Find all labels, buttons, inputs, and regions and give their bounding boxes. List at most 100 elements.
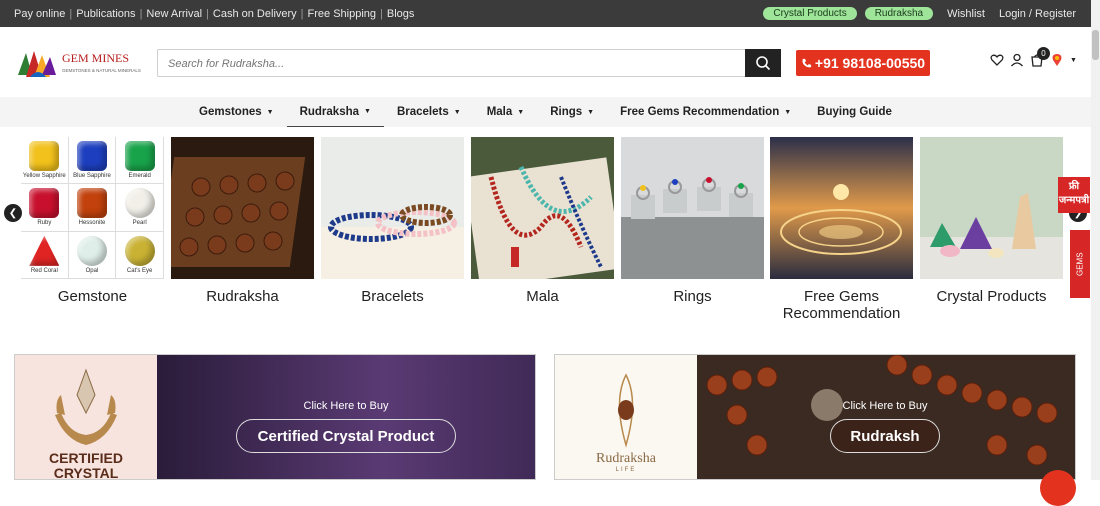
free-gems-image [770,137,913,279]
caret-down-icon: ▼ [587,108,595,116]
caret-down-icon: ▼ [364,108,371,115]
heart-icon[interactable] [990,53,1004,67]
gem-cell: Pearl [116,184,164,232]
category-card-crystal-products[interactable]: Crystal Products [920,137,1063,305]
top-link-cod[interactable]: Cash on Delivery [213,8,297,20]
gem-stone-swatch [29,235,60,266]
top-link-free-shipping[interactable]: Free Shipping [308,8,377,20]
top-links: Pay online | Publications | New Arrival | C… [14,8,414,20]
scrollbar-track[interactable] [1091,0,1100,480]
category-card-bracelets[interactable]: Bracelets [321,137,464,305]
gem-name: Hessonite [78,220,106,227]
phone-number: +91 98108-00550 [814,55,926,71]
header: GEM MINES GEMSTONES & NATURAL MINERALS +… [0,27,1100,97]
rudraksha-pill[interactable]: Rudraksha [864,7,934,20]
header-icons: 0 ▼ [990,47,1077,67]
category-card-free-gems-recommendation[interactable]: Free Gems Recommendation [770,137,913,322]
category-label: Rings [673,288,712,305]
caret-down-icon: ▼ [517,108,525,116]
rudraksha-banner-title: Rudraksha [596,451,656,466]
carousel-prev-button[interactable]: ❮ [4,204,22,222]
gem-cell: Opal [68,231,117,279]
location-icon[interactable] [1050,53,1064,67]
nav-gemstones[interactable]: Gemstones ▼ [186,97,287,127]
crystal-banner-logo: CERTIFIED CRYSTAL [15,355,157,479]
divider: | [139,8,143,20]
divider: | [206,8,209,20]
category-carousel: Yellow Sapphire Blue Sapphire Emerald Ruby H… [0,137,1100,327]
mala-image [471,137,614,279]
svg-text:GEMSTONES & NATURAL MINERALS: GEMSTONES & NATURAL MINERALS [62,68,141,73]
gem-name: Ruby [37,220,52,227]
gem-cell: Yellow Sapphire [21,137,69,185]
top-link-blogs[interactable]: Blogs [387,8,415,20]
nav-free-gems-recommendation[interactable]: Free Gems Recommendation ▼ [607,97,804,127]
gem-stone-swatch [29,141,60,172]
category-label: Free Gems Recommendation [782,288,901,322]
search-icon [756,56,771,71]
category-card-rings[interactable]: Rings [621,137,764,305]
main-nav: Gemstones ▼ Rudraksha ▼ Bracelets ▼ Mala ▼ R… [0,97,1100,127]
rudraksha-banner-bg: Click Here to Buy Rudraksh [697,355,1075,479]
top-link-publications[interactable]: Publications [76,8,135,20]
crystal-banner[interactable]: CERTIFIED CRYSTAL Click Here to Buy Cert… [14,354,536,480]
user-icon[interactable] [1010,53,1024,67]
rudraksha-banner-sub: LIFE [615,467,637,473]
crystal-products-pill[interactable]: Crystal Products [763,7,857,20]
phone-icon [802,58,811,67]
chevron-down-icon[interactable]: ▼ [1070,57,1077,64]
nav-label: Free Gems Recommendation [620,106,780,118]
gem-name: Pearl [132,220,147,227]
divider: | [69,8,73,20]
cart-count-badge: 0 [1037,47,1050,60]
nav-rings[interactable]: Rings ▼ [537,97,607,127]
rudraksh-button[interactable]: Rudraksh [830,419,940,453]
certified-crystal-button[interactable]: Certified Crystal Product [236,419,456,453]
wishlist-link[interactable]: Wishlist [947,8,985,20]
category-card-rudraksha[interactable]: Rudraksha [171,137,314,305]
logo-mark-icon: GEM MINES GEMSTONES & NATURAL MINERALS [18,51,141,77]
free-kundli-tab[interactable]: फ्री जन्मपत्री [1058,177,1090,213]
category-label: Mala [526,288,559,305]
category-label: Gemstone [57,288,128,305]
nav-buying-guide[interactable]: Buying Guide [804,97,905,127]
search-button[interactable] [745,49,781,77]
chat-widget-button[interactable] [1040,470,1076,506]
search-box [157,49,781,77]
rudraksha-banner[interactable]: Rudraksha LIFE Click Here to Buy Rudraks… [554,354,1076,480]
gem-cell: Ruby [21,184,69,232]
category-card-mala[interactable]: Mala [471,137,614,305]
nav-rudraksha[interactable]: Rudraksha ▼ [286,97,384,127]
rings-image [621,137,764,279]
logo[interactable]: GEM MINES GEMSTONES & NATURAL MINERALS [16,47,146,81]
gem-stone-swatch [76,235,107,266]
phone-button[interactable]: +91 98108-00550 [796,50,930,76]
top-bar: Pay online | Publications | New Arrival | C… [0,0,1100,27]
nav-label: Rings [550,106,583,118]
rudraksha-banner-logo: Rudraksha LIFE [555,355,697,479]
divider: | [380,8,383,20]
caret-down-icon: ▼ [784,108,792,116]
rudraksha-banner-subtext: Click Here to Buy [842,400,928,412]
scrollbar-thumb[interactable] [1092,30,1099,60]
gems-side-tab[interactable]: GEMS [1070,230,1090,298]
gem-cell: Red Coral [21,231,69,279]
nav-mala[interactable]: Mala ▼ [474,97,538,127]
search-input[interactable] [168,55,738,73]
rudraksha-image [171,137,314,279]
bracelets-image [321,137,464,279]
login-register-link[interactable]: Login / Register [999,8,1076,20]
category-card-gemstone[interactable]: Yellow Sapphire Blue Sapphire Emerald Ruby H… [21,137,164,305]
caret-down-icon: ▼ [453,108,461,116]
gem-name: Yellow Sapphire [22,173,66,180]
top-link-pay-online[interactable]: Pay online [14,8,65,20]
gem-cell: Emerald [116,137,164,185]
gem-stone-swatch [124,141,155,172]
nav-bracelets[interactable]: Bracelets ▼ [384,97,474,127]
gem-stone-swatch [29,188,60,219]
gem-name: Emerald [128,173,151,180]
top-link-new-arrival[interactable]: New Arrival [146,8,202,20]
gem-name: Red Coral [30,267,58,274]
nav-label: Gemstones [199,106,262,118]
nav-label: Rudraksha [299,105,360,118]
